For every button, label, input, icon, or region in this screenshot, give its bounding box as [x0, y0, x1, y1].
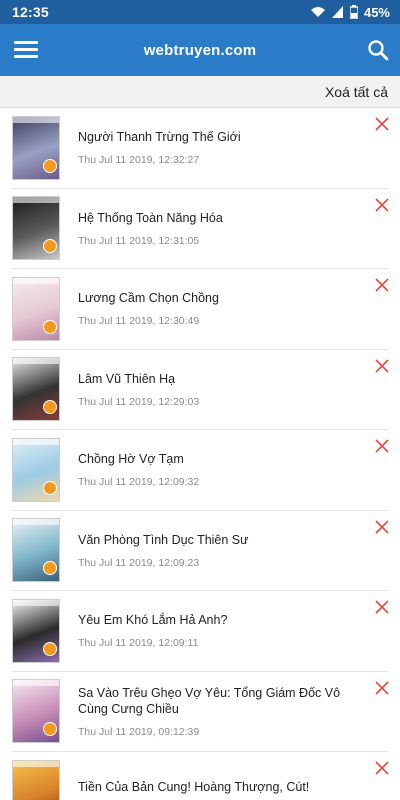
book-cover-image	[12, 679, 60, 744]
item-texts: Hệ Thống Toàn Năng Hóa Thu Jul 11 2019, 1…	[78, 210, 388, 247]
item-texts: Yêu Em Khó Lắm Hả Anh? Thu Jul 11 2019, 1…	[78, 612, 388, 649]
history-list: Người Thanh Trừng Thế Giới Thu Jul 11 201…	[0, 108, 400, 800]
remove-close-icon[interactable]	[374, 358, 390, 374]
list-item[interactable]: Yêu Em Khó Lắm Hả Anh? Thu Jul 11 2019, 1…	[12, 591, 390, 672]
search-icon[interactable]	[366, 38, 390, 62]
book-cover-image	[12, 518, 60, 583]
app-title: webtruyen.com	[143, 41, 257, 59]
item-texts: Chồng Hờ Vợ Tạm Thu Jul 11 2019, 12:09:32	[78, 451, 388, 488]
hamburger-menu-icon[interactable]	[12, 37, 40, 63]
list-item[interactable]: Sa Vào Trêu Ghẹo Vợ Yêu: Tổng Giám Đốc V…	[12, 672, 390, 752]
story-title[interactable]: Chồng Hờ Vợ Tạm	[78, 451, 358, 467]
story-title[interactable]: Hệ Thống Toàn Năng Hóa	[78, 210, 358, 226]
read-timestamp: Thu Jul 11 2019, 12:29:03	[78, 395, 200, 408]
list-item[interactable]: Lâm Vũ Thiên Hạ Thu Jul 11 2019, 12:29:03	[12, 350, 390, 430]
story-title[interactable]: Sa Vào Trêu Ghẹo Vợ Yêu: Tổng Giám Đốc V…	[78, 685, 358, 717]
remove-close-icon[interactable]	[374, 760, 390, 776]
read-timestamp: Thu Jul 11 2019, 12:09:32	[78, 476, 200, 489]
story-title[interactable]: Yêu Em Khó Lắm Hả Anh?	[78, 612, 358, 628]
item-texts: Người Thanh Trừng Thế Giới Thu Jul 11 201…	[78, 129, 388, 166]
read-timestamp: Thu Jul 11 2019, 12:31:05	[78, 234, 200, 247]
action-row: Xoá tất cả	[0, 76, 400, 108]
read-timestamp: Thu Jul 11 2019, 12:30:49	[78, 315, 200, 328]
book-cover-image	[12, 759, 60, 800]
list-item[interactable]: Tiền Của Bản Cung! Hoàng Thượng, Cút!	[12, 752, 390, 800]
story-title[interactable]: Văn Phòng Tình Dục Thiên Sư	[78, 532, 358, 548]
status-icons: 45%	[310, 5, 390, 20]
read-timestamp: Thu Jul 11 2019, 12:09:23	[78, 556, 200, 569]
remove-close-icon[interactable]	[374, 680, 390, 696]
list-item[interactable]: Chồng Hờ Vợ Tạm Thu Jul 11 2019, 12:09:32	[12, 430, 390, 511]
book-cover-image	[12, 357, 60, 422]
book-cover-image	[12, 437, 60, 502]
book-cover-image	[12, 598, 60, 663]
book-cover-image	[12, 115, 60, 180]
story-title[interactable]: Lương Cầm Chọn Chồng	[78, 290, 358, 306]
story-title[interactable]: Người Thanh Trừng Thế Giới	[78, 129, 358, 145]
item-texts: Lương Cầm Chọn Chồng Thu Jul 11 2019, 12:…	[78, 290, 388, 327]
list-item[interactable]: Hệ Thống Toàn Năng Hóa Thu Jul 11 2019, 1…	[12, 189, 390, 269]
remove-close-icon[interactable]	[374, 197, 390, 213]
item-texts: Văn Phòng Tình Dục Thiên Sư Thu Jul 11 20…	[78, 532, 388, 569]
book-cover-image	[12, 196, 60, 261]
list-item[interactable]: Lương Cầm Chọn Chồng Thu Jul 11 2019, 12:…	[12, 269, 390, 350]
book-cover-image	[12, 276, 60, 341]
signal-icon	[331, 6, 343, 18]
list-item[interactable]: Người Thanh Trừng Thế Giới Thu Jul 11 201…	[12, 108, 390, 189]
item-texts: Tiền Của Bản Cung! Hoàng Thượng, Cút!	[78, 779, 388, 800]
story-title[interactable]: Lâm Vũ Thiên Hạ	[78, 371, 358, 387]
remove-close-icon[interactable]	[374, 519, 390, 535]
remove-close-icon[interactable]	[374, 438, 390, 454]
remove-close-icon[interactable]	[374, 277, 390, 293]
story-title[interactable]: Tiền Của Bản Cung! Hoàng Thượng, Cút!	[78, 779, 358, 795]
item-texts: Sa Vào Trêu Ghẹo Vợ Yêu: Tổng Giám Đốc V…	[78, 685, 388, 738]
wifi-icon	[310, 7, 325, 17]
read-timestamp: Thu Jul 11 2019, 12:09:11	[78, 637, 199, 650]
clear-all-button[interactable]: Xoá tất cả	[325, 84, 388, 100]
list-item[interactable]: Văn Phòng Tình Dục Thiên Sư Thu Jul 11 20…	[12, 511, 390, 591]
status-time: 12:35	[12, 4, 49, 20]
remove-close-icon[interactable]	[374, 599, 390, 615]
read-timestamp: Thu Jul 11 2019, 09:12:39	[78, 725, 200, 738]
battery-percent: 45%	[363, 4, 390, 20]
app-bar: webtruyen.com	[0, 24, 400, 76]
read-timestamp: Thu Jul 11 2019, 12:32:27	[78, 154, 200, 167]
status-bar: 12:35 45%	[0, 0, 400, 24]
remove-close-icon[interactable]	[374, 116, 390, 132]
item-texts: Lâm Vũ Thiên Hạ Thu Jul 11 2019, 12:29:03	[78, 371, 388, 408]
battery-icon	[349, 5, 358, 19]
